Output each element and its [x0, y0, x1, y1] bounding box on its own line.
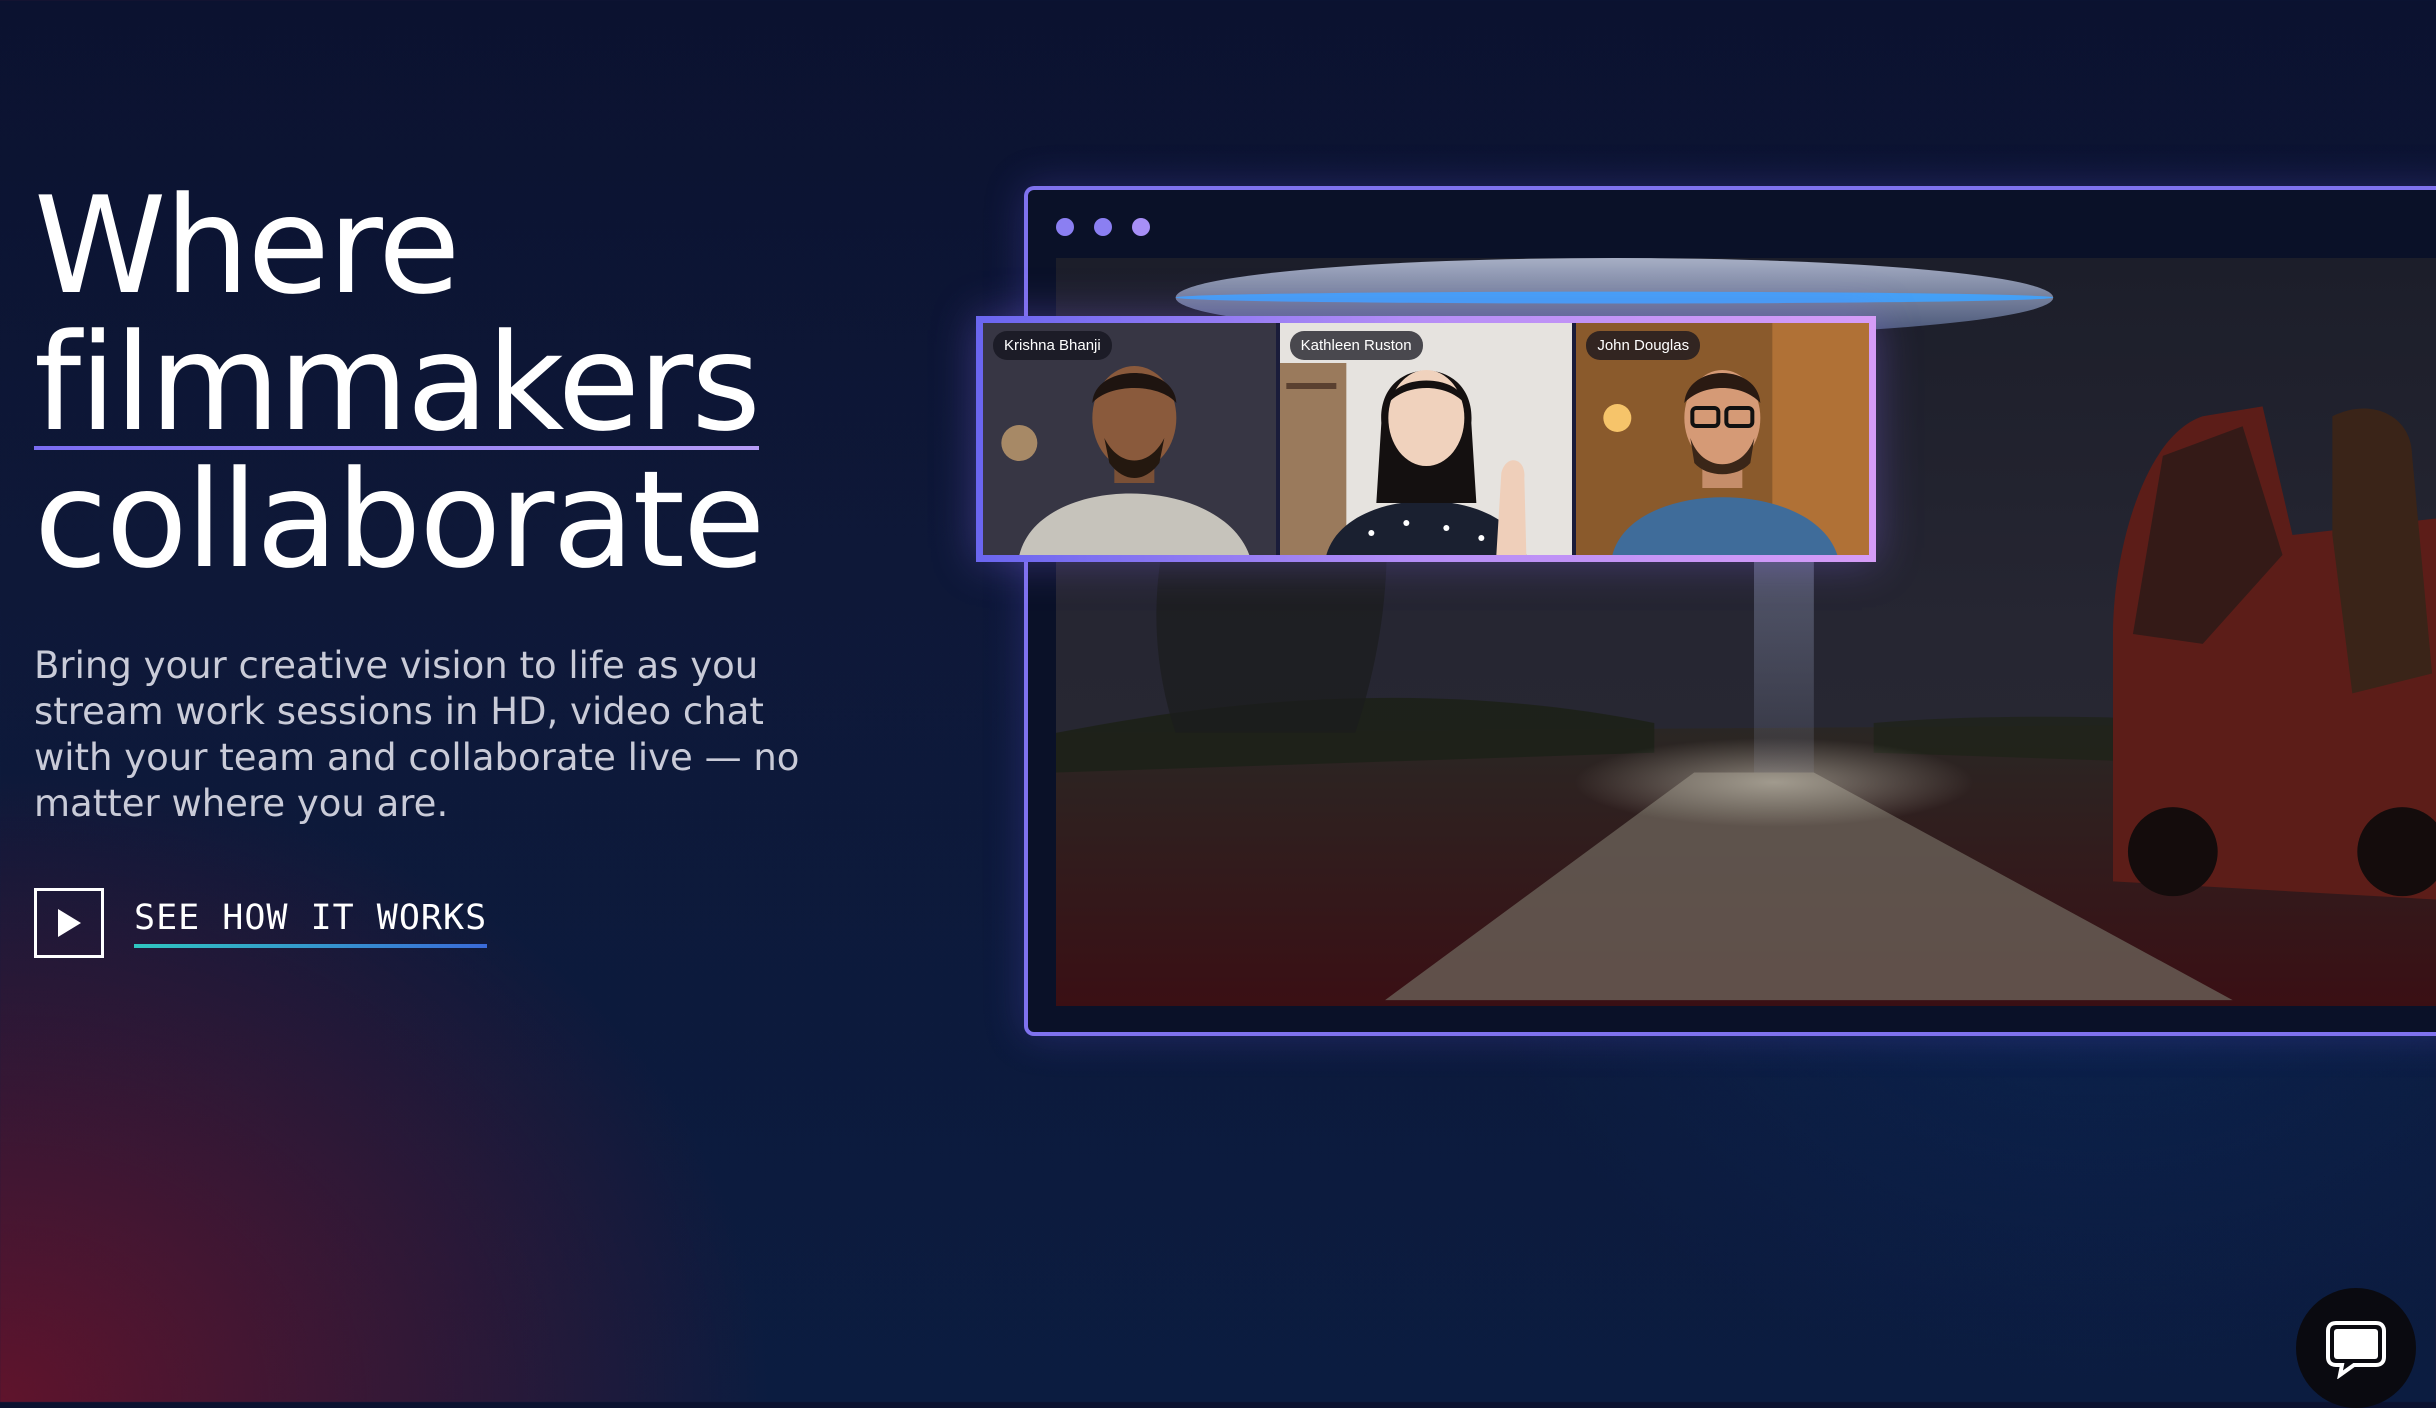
chat-bubble-icon [2326, 1321, 2386, 1379]
chat-widget-button[interactable] [2296, 1288, 2416, 1408]
hero-description: Bring your creative vision to life as yo… [34, 644, 800, 825]
see-how-it-works-button[interactable]: SEE HOW IT WORKS [34, 888, 488, 958]
participant-name: Krishna Bhanji [993, 331, 1112, 360]
headline-line-1: Where [34, 168, 460, 324]
hero-headline: Where filmmakers collaborate [34, 178, 934, 589]
headline-line-2-underlined: filmmakers [34, 305, 761, 461]
play-icon[interactable] [34, 888, 104, 958]
video-call-strip: Krishna Bhanji Kathleen Ruston John Doug… [976, 316, 1876, 562]
app-window-preview [1024, 186, 2436, 1036]
see-how-it-works-label[interactable]: SEE HOW IT WORKS [134, 898, 488, 948]
window-dot [1132, 218, 1150, 236]
participant-tile[interactable]: Krishna Bhanji [983, 323, 1276, 555]
participant-name: Kathleen Ruston [1289, 331, 1423, 360]
window-controls [1056, 218, 1150, 236]
window-dot [1094, 218, 1112, 236]
participant-tile[interactable]: John Douglas [1576, 323, 1870, 555]
participant-tile[interactable]: Kathleen Ruston [1279, 323, 1573, 555]
participant-name: John Douglas [1586, 331, 1701, 360]
headline-line-3: collaborate [34, 442, 765, 598]
window-dot [1056, 218, 1074, 236]
hero-section: Where filmmakers collaborate Bring your … [34, 178, 934, 864]
